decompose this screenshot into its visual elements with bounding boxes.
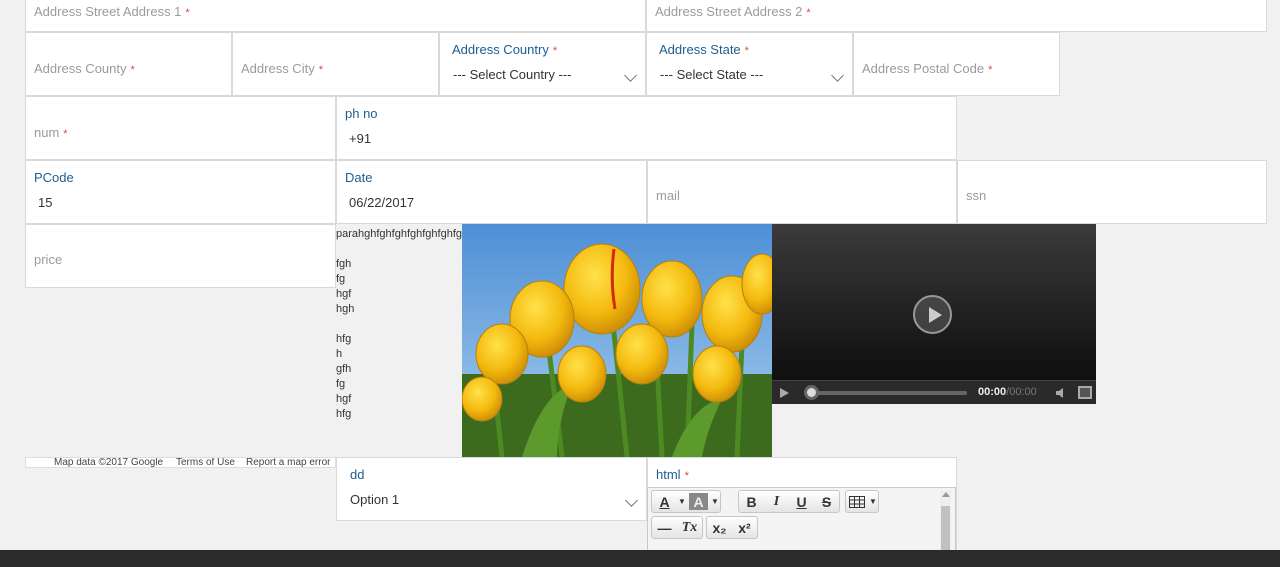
bottom-bar xyxy=(0,550,1280,567)
price-placeholder: price xyxy=(34,252,63,267)
paragraph-line: parahghfghfghfghfghfghfg xyxy=(336,228,462,240)
map-terms-link[interactable]: Terms of Use xyxy=(176,458,235,467)
paragraph-line: gfh xyxy=(336,363,352,375)
date-field[interactable]: Date 06/22/2017 xyxy=(336,160,647,224)
paragraph-line: hfg xyxy=(336,333,352,345)
chevron-down-icon xyxy=(624,69,637,82)
address-country-value: --- Select Country --- xyxy=(453,67,572,82)
superscript-button[interactable]: x² xyxy=(732,517,757,538)
table-icon[interactable] xyxy=(846,491,868,512)
street-address-2-placeholder: Address Street Address 2 * xyxy=(655,4,811,19)
mail-placeholder: mail xyxy=(656,188,680,203)
address-postal-code-field[interactable]: Address Postal Code * xyxy=(853,32,1060,96)
play-icon[interactable] xyxy=(913,295,952,334)
map-report-link[interactable]: Report a map error xyxy=(246,458,330,467)
html-label: html * xyxy=(656,467,689,482)
paragraph-line xyxy=(336,317,462,332)
horizontal-rule-button[interactable]: — xyxy=(652,517,677,538)
chevron-down-icon[interactable]: ▼ xyxy=(677,497,687,506)
pcode-label: PCode xyxy=(34,170,74,185)
editor-scrollbar[interactable] xyxy=(940,490,951,554)
fullscreen-icon[interactable] xyxy=(1078,386,1092,399)
date-value: 06/22/2017 xyxy=(349,195,415,210)
address-city-placeholder: Address City * xyxy=(241,61,323,76)
num-field[interactable]: num * xyxy=(25,96,336,160)
remove-format-button[interactable]: Tx xyxy=(677,517,702,538)
street-address-1-field[interactable]: Address Street Address 1 * xyxy=(25,0,646,32)
address-state-label: Address State * xyxy=(659,42,749,57)
date-label: Date xyxy=(345,170,373,185)
misc-toolbar-group: — Tx xyxy=(651,516,703,539)
map-data-text: Map data ©2017 Google xyxy=(54,457,164,468)
play-button[interactable] xyxy=(780,388,789,398)
address-state-value: --- Select State --- xyxy=(660,67,764,82)
italic-button[interactable]: I xyxy=(764,491,789,512)
map-attribution: Map data ©2017 Google Terms of Use Repor… xyxy=(25,457,336,468)
text-color-button[interactable]: A xyxy=(652,491,677,512)
video-progress-track[interactable] xyxy=(812,391,967,395)
script-toolbar-group: x₂ x² xyxy=(706,516,758,539)
dd-select[interactable]: dd Option 1 xyxy=(336,457,647,521)
video-progress-handle[interactable] xyxy=(804,385,819,400)
ssn-field[interactable]: ssn xyxy=(957,160,1267,224)
table-toolbar-group: ▼ xyxy=(845,490,879,513)
scrollbar-thumb[interactable] xyxy=(941,506,950,552)
tulips-image xyxy=(462,224,772,457)
address-postal-code-placeholder: Address Postal Code * xyxy=(862,61,993,76)
paragraph-line: hfg xyxy=(336,408,352,420)
address-country-label: Address Country * xyxy=(452,42,558,57)
paragraph-line: fgh xyxy=(336,258,352,270)
color-toolbar-group: A ▼ A ▼ xyxy=(651,490,721,513)
rich-text-editor[interactable]: A ▼ A ▼ B I U S ▼ — Tx x₂ x² xyxy=(647,487,956,557)
address-county-placeholder: Address County * xyxy=(34,61,135,76)
subscript-button[interactable]: x₂ xyxy=(707,517,732,538)
paragraph-text: parahghfghfghfghfghfghfg fgh fg hgf hgh … xyxy=(336,227,462,422)
background-color-button[interactable]: A xyxy=(689,493,708,510)
phone-value: +91 xyxy=(349,131,372,146)
volume-icon[interactable] xyxy=(1055,387,1067,399)
scroll-up-icon[interactable] xyxy=(942,492,950,497)
paragraph-line: fg xyxy=(336,273,346,285)
video-player[interactable]: 00:00/00:00 xyxy=(772,224,1096,404)
phone-label: ph no xyxy=(345,106,378,121)
pcode-field[interactable]: PCode 15 xyxy=(25,160,336,224)
address-city-field[interactable]: Address City * xyxy=(232,32,439,96)
chevron-down-icon xyxy=(831,69,844,82)
dd-label: dd xyxy=(350,467,365,482)
address-county-field[interactable]: Address County * xyxy=(25,32,232,96)
underline-button[interactable]: U xyxy=(789,491,814,512)
pcode-value: 15 xyxy=(38,195,53,210)
paragraph-line: h xyxy=(336,348,343,360)
paragraph-line xyxy=(336,242,462,257)
dd-value: Option 1 xyxy=(350,492,400,507)
phone-field[interactable]: ph no +91 xyxy=(336,96,957,160)
address-state-select[interactable]: Address State * --- Select State --- xyxy=(646,32,853,96)
paragraph-line: hgf xyxy=(336,288,352,300)
chevron-down-icon[interactable]: ▼ xyxy=(868,497,878,506)
street-address-1-placeholder: Address Street Address 1 * xyxy=(34,4,190,19)
paragraph-line: fg xyxy=(336,378,346,390)
paragraph-line: hgf xyxy=(336,393,352,405)
format-toolbar-group: B I U S xyxy=(738,490,840,513)
video-controls: 00:00/00:00 xyxy=(772,380,1096,404)
num-placeholder: num * xyxy=(34,125,68,140)
chevron-down-icon[interactable]: ▼ xyxy=(710,497,720,506)
chevron-down-icon xyxy=(625,494,638,507)
paragraph-line: hgh xyxy=(336,303,355,315)
mail-field[interactable]: mail xyxy=(647,160,957,224)
ssn-placeholder: ssn xyxy=(966,188,987,203)
address-country-select[interactable]: Address Country * --- Select Country --- xyxy=(439,32,646,96)
video-time: 00:00/00:00 xyxy=(978,386,1037,398)
price-field[interactable]: price xyxy=(25,224,336,288)
bold-button[interactable]: B xyxy=(739,491,764,512)
strikethrough-button[interactable]: S xyxy=(814,491,839,512)
street-address-2-field[interactable]: Address Street Address 2 * xyxy=(646,0,1267,32)
